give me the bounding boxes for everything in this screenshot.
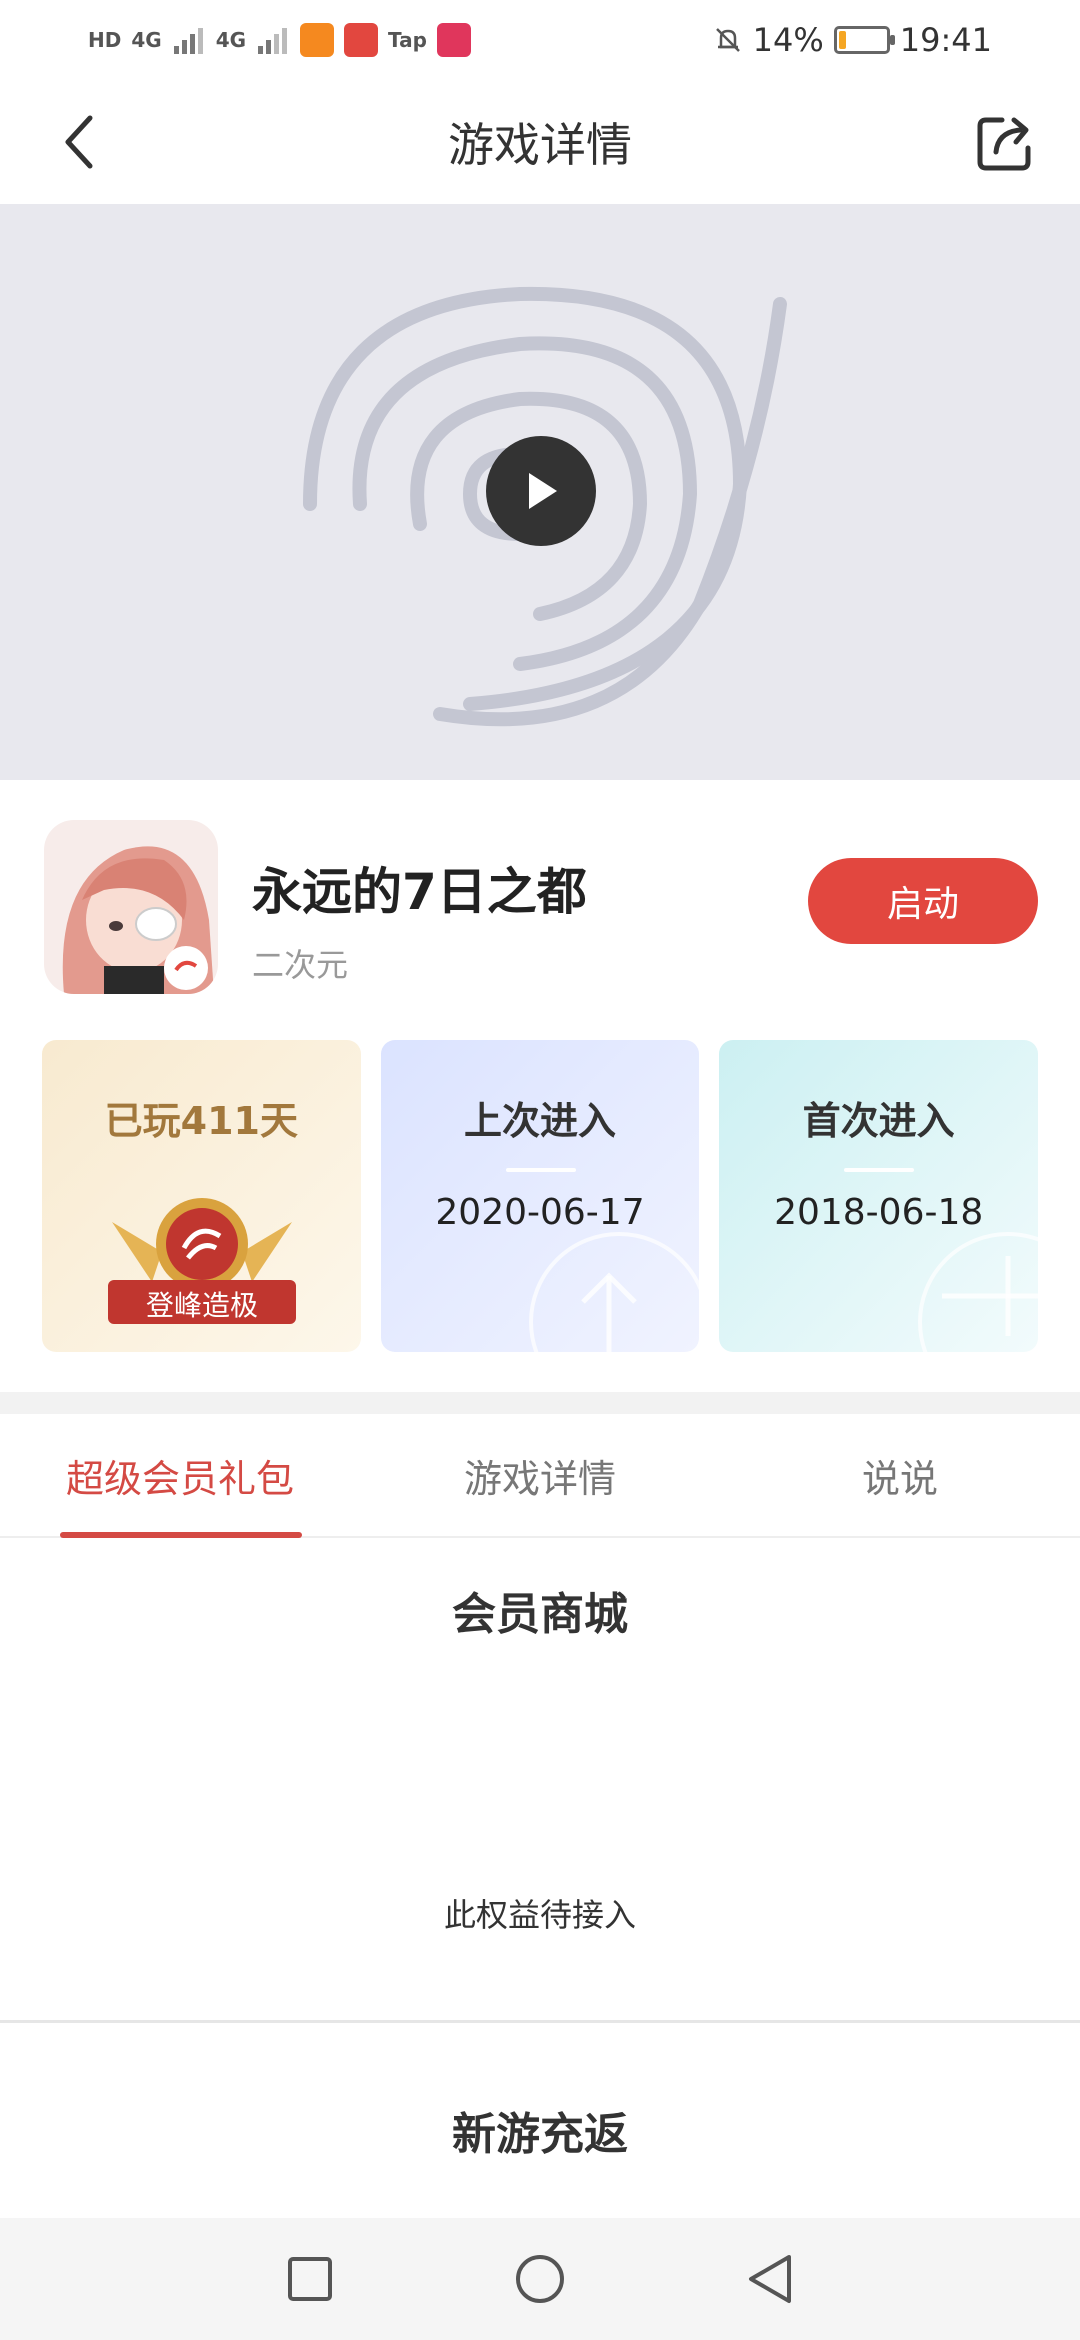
square-icon <box>288 2257 332 2301</box>
game-app-icon <box>436 23 471 57</box>
battery-percent: 14% <box>752 21 824 59</box>
home-button[interactable] <box>510 2249 570 2309</box>
battery-icon <box>833 26 895 54</box>
system-nav-bar <box>0 2218 1080 2340</box>
clock: 19:41 <box>899 21 992 59</box>
back-nav-button[interactable] <box>740 2249 800 2309</box>
played-days-card: 已玩411天 登峰造极 <box>42 1040 361 1352</box>
mute-bell-icon <box>715 28 740 52</box>
signal-sim2: 4G <box>215 28 247 52</box>
played-days-label: 已玩411天 <box>104 1099 298 1143</box>
last-enter-date: 2020-06-17 <box>435 1192 645 1233</box>
new-game-rebate-title: 新游充返 <box>452 2109 628 2160</box>
game-info: 永远的7日之都 二次元 启动 <box>0 780 1080 1020</box>
tab-posts[interactable]: 说说 <box>720 1414 1080 1536</box>
game-name: 永远的7日之都 <box>252 863 587 921</box>
first-enter-date: 2018-06-18 <box>774 1192 984 1233</box>
back-button[interactable] <box>40 102 120 182</box>
status-right: 14% 19:41 <box>713 21 992 59</box>
first-enter-card: 首次进入 2018-06-18 <box>719 1040 1039 1352</box>
tap-app-icon: Tap <box>388 28 427 52</box>
last-enter-card: 上次进入 2020-06-17 <box>380 1040 700 1352</box>
game-avatar-image <box>44 820 218 994</box>
circle-icon <box>516 2255 564 2303</box>
arrow-up-icon <box>529 1232 700 1352</box>
hd-indicator: HD <box>88 28 122 52</box>
tab-super-vip-gift[interactable]: 超级会员礼包 <box>0 1414 360 1538</box>
play-button[interactable] <box>486 436 596 546</box>
stats-cards: 已玩411天 登峰造极 上次进入 2020-06-17 首次进入 2018-06… <box>42 1040 1039 1352</box>
rank-badge-text: 登峰造极 <box>145 1289 258 1322</box>
signal-sim1: 4G <box>131 28 162 52</box>
signal-icon <box>258 28 288 54</box>
play-icon <box>529 473 557 509</box>
tab-game-details[interactable]: 游戏详情 <box>360 1414 720 1536</box>
tab-bar: 超级会员礼包 游戏详情 说说 <box>0 1414 1080 1538</box>
share-icon <box>977 117 1031 171</box>
game-category: 二次元 <box>252 946 349 984</box>
page-title: 游戏详情 <box>448 118 632 172</box>
member-mall-title: 会员商城 <box>452 1589 628 1640</box>
netease-app-icon <box>344 23 379 57</box>
top-nav: 游戏详情 <box>0 80 1080 204</box>
video-banner[interactable] <box>0 204 1080 780</box>
last-enter-label: 上次进入 <box>464 1099 617 1143</box>
status-bar: HD 4G 4G Tap 14% 19:41 <box>0 0 1080 80</box>
recent-apps-button[interactable] <box>280 2249 340 2309</box>
triangle-back-icon <box>749 2255 791 2303</box>
game-icon <box>44 820 218 994</box>
status-left: HD 4G 4G Tap <box>88 23 471 57</box>
card-divider <box>505 1168 576 1172</box>
section-divider <box>0 2020 1080 2023</box>
first-enter-label: 首次进入 <box>802 1099 955 1143</box>
launch-button[interactable]: 启动 <box>808 858 1038 944</box>
section-gap <box>0 1392 1080 1414</box>
signal-icon <box>173 28 203 54</box>
card-divider <box>844 1168 915 1172</box>
chevron-left-icon <box>65 115 93 169</box>
plus-icon <box>918 1232 1039 1352</box>
rank-badge: 登峰造极 <box>102 1182 302 1332</box>
video-app-icon <box>300 23 335 57</box>
member-mall-empty-text: 此权益待接入 <box>443 1896 636 1934</box>
share-button[interactable] <box>966 102 1046 182</box>
